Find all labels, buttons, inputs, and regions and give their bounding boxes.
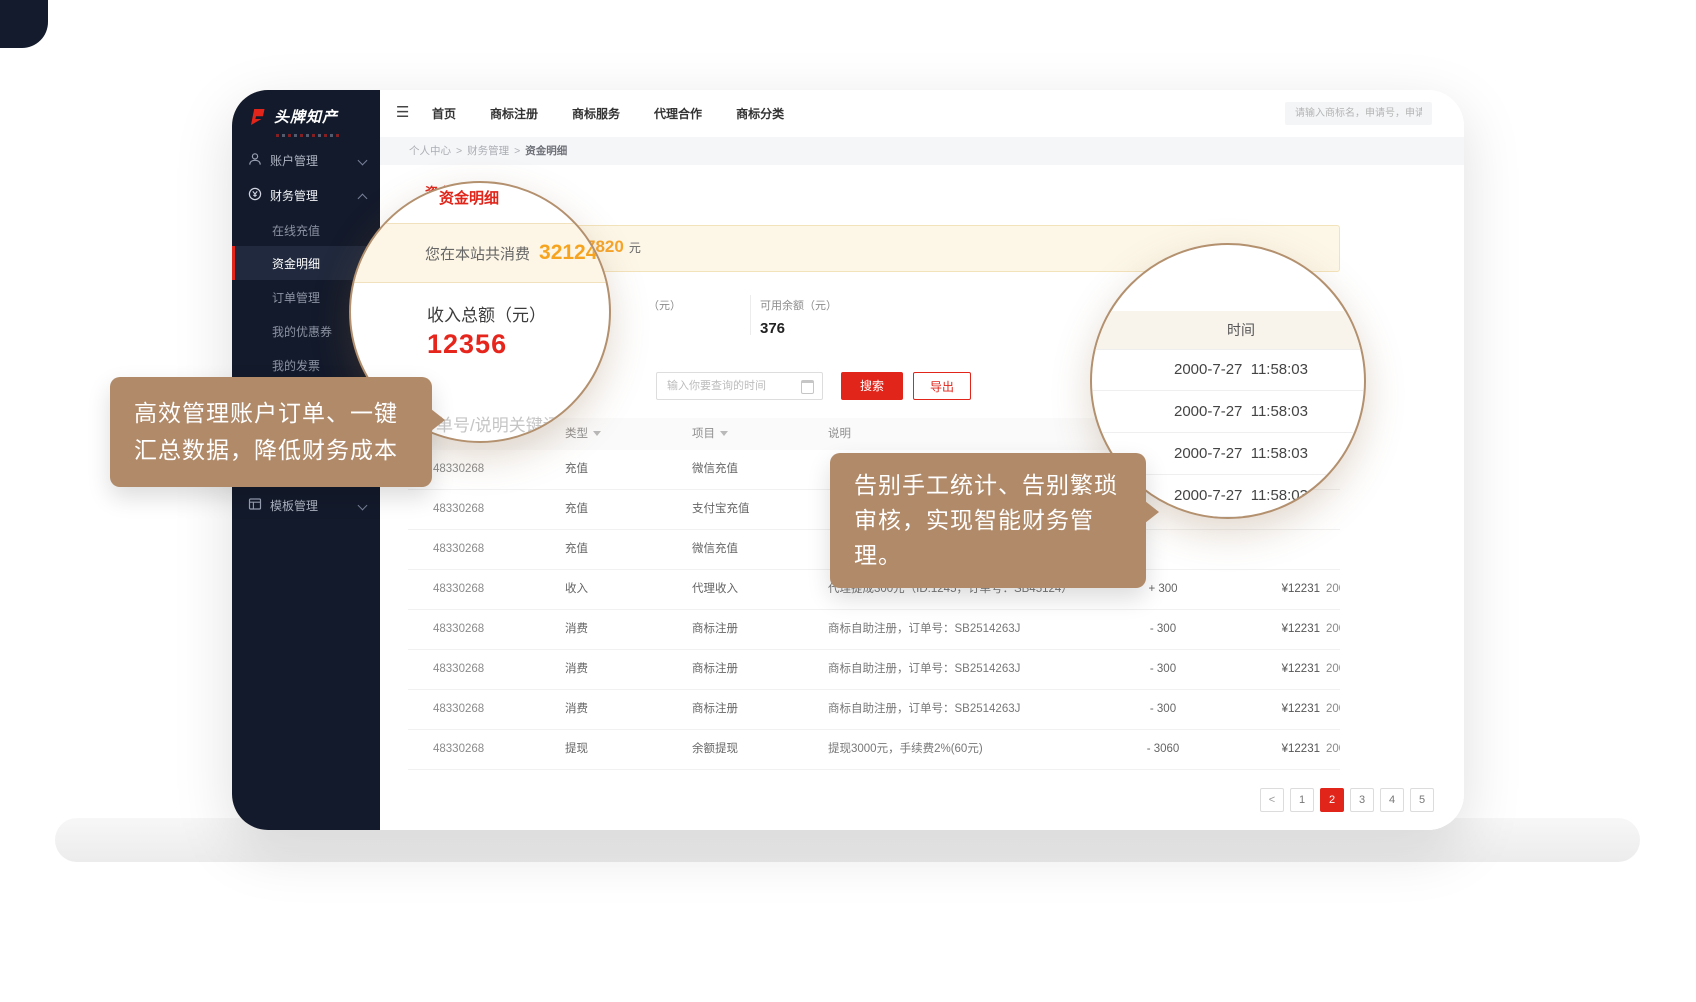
pagination: < 1 2 3 4 5 (1260, 788, 1434, 812)
pagination-page-1[interactable]: 1 (1290, 788, 1314, 812)
callout-left: 高效管理账户订单、一键汇总数据，降低财务成本 (110, 377, 432, 487)
logo[interactable]: 头牌知产 (248, 106, 338, 127)
table-row: 48330268消费商标注册商标自助注册，订单号：SB2514263J- 300… (408, 650, 1340, 690)
nav-item-home[interactable]: 首页 (432, 105, 456, 122)
sidebar-item-label: 账户管理 (270, 154, 318, 168)
logo-icon (248, 107, 268, 127)
nav-item-categories[interactable]: 商标分类 (736, 105, 784, 122)
user-icon (248, 145, 262, 159)
breadcrumb-item[interactable]: 财务管理 (467, 145, 509, 157)
stat-balance: 可用余额（元） 376 (760, 297, 837, 337)
magnified-income-value: 12356 (427, 329, 507, 360)
magnified-banner: 您在本站共消费 32124 (349, 223, 611, 283)
pagination-page-3[interactable]: 3 (1350, 788, 1374, 812)
header-description: 说明 (828, 418, 851, 450)
search-button[interactable]: 搜索 (841, 372, 903, 400)
breadcrumb-item-current: 资金明细 (525, 145, 567, 157)
finance-icon (248, 180, 262, 194)
table-row: 48330268消费商标注册商标自助注册，订单号：SB2514263J- 300… (408, 610, 1340, 650)
table-row: 48330268消费商标注册商标自助注册，订单号：SB2514263J- 300… (408, 690, 1340, 730)
chevron-down-icon (358, 156, 368, 166)
template-icon (248, 490, 262, 504)
magnified-page-title: 资金明细 (439, 187, 499, 208)
magnified-time-header: 时间 (1092, 311, 1364, 350)
sidebar-item-account[interactable]: 账户管理 (232, 143, 380, 177)
brand-name: 头牌知产 (274, 106, 338, 127)
date-filter-input[interactable] (656, 372, 823, 400)
table-row: 48330268提现余额提现提现3000元，手续费2%(60元)- 3060¥1… (408, 730, 1340, 770)
sort-caret-icon (720, 431, 728, 436)
stats-divider (750, 295, 751, 335)
logo-tagline-decoration (276, 134, 342, 137)
sidebar-item-finance[interactable]: 财务管理 (232, 178, 380, 212)
sidebar-item-label: 模板管理 (270, 499, 318, 513)
chevron-down-icon (358, 501, 368, 511)
menu-icon[interactable]: ☰ (396, 103, 409, 121)
export-button[interactable]: 导出 (913, 372, 971, 400)
nav-item-register[interactable]: 商标注册 (490, 105, 538, 122)
chevron-up-icon (358, 194, 368, 204)
trademark-search-input[interactable] (1285, 102, 1432, 125)
pagination-page-5[interactable]: 5 (1410, 788, 1434, 812)
top-navbar: ☰ 首页 商标注册 商标服务 代理合作 商标分类 (380, 90, 1464, 138)
cropped-device-corner (0, 0, 48, 48)
sidebar-item-templates[interactable]: 模板管理 (232, 488, 380, 522)
header-type[interactable]: 类型 (565, 418, 601, 450)
nav-menu: 首页 商标注册 商标服务 代理合作 商标分类 (432, 90, 784, 137)
sidebar-item-label: 财务管理 (270, 189, 318, 203)
sort-caret-icon (593, 431, 601, 436)
breadcrumb: 个人中心>财务管理>资金明细 (380, 137, 1464, 165)
magnified-banner-amount: 32124 (539, 241, 597, 265)
pagination-prev-button[interactable]: < (1260, 788, 1284, 812)
magnified-time-value: 2000-7-27 11:58:03 (1092, 391, 1364, 433)
callout-right: 告别手工统计、告别繁琐审核，实现智能财务管理。 (830, 453, 1146, 588)
breadcrumb-item[interactable]: 个人中心 (409, 145, 451, 157)
pagination-page-2-active[interactable]: 2 (1320, 788, 1344, 812)
nav-item-services[interactable]: 商标服务 (572, 105, 620, 122)
nav-item-agency[interactable]: 代理合作 (654, 105, 702, 122)
banner-unit: 元 (629, 241, 641, 255)
header-project[interactable]: 项目 (692, 418, 728, 450)
pagination-page-4[interactable]: 4 (1380, 788, 1404, 812)
stat-expense: （元） (648, 297, 681, 313)
magnified-income-label: 收入总额（元） (427, 301, 546, 326)
canvas: 头牌知产 账户管理 财务管理 在线充值 资金明细 (0, 0, 1696, 1002)
magnified-time-value: 2000-7-27 11:58:03 (1092, 349, 1364, 391)
calendar-icon[interactable] (801, 380, 814, 394)
